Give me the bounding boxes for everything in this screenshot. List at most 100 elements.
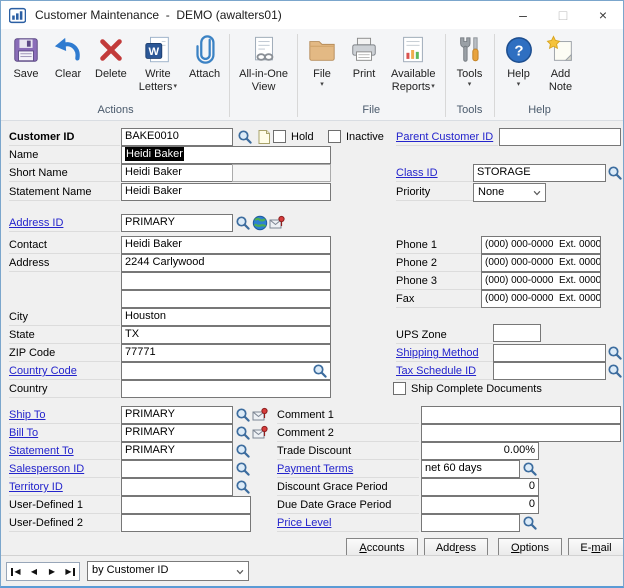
statement-name-field[interactable]: Heidi Baker <box>121 183 331 201</box>
zip-code-field[interactable]: 77771 <box>121 344 331 362</box>
inactive-checkbox[interactable] <box>328 130 341 143</box>
salesperson-id-link[interactable]: Salesperson ID <box>9 463 84 475</box>
ups-zone-field[interactable] <box>493 324 541 342</box>
customer-id-field[interactable]: BAKE0010 <box>121 128 233 146</box>
class-id-field[interactable]: STORAGE <box>473 164 606 182</box>
shipping-method-field[interactable] <box>493 344 606 362</box>
parent-customer-id-link[interactable]: Parent Customer ID <box>396 131 493 143</box>
parent-customer-id-field[interactable] <box>499 128 621 146</box>
write-letters-button[interactable]: W Write Letters▾ <box>133 31 183 93</box>
bill-to-link[interactable]: Bill To <box>9 427 38 439</box>
address-id-field[interactable]: PRIMARY <box>121 214 233 232</box>
sort-by-select[interactable]: by Customer ID <box>87 561 249 581</box>
country-field[interactable] <box>121 380 331 398</box>
phone3-field[interactable]: (000) 000-0000 Ext. 0000 <box>481 272 601 290</box>
address-line3-field[interactable] <box>121 290 331 308</box>
help-button[interactable]: ? Help ▾ <box>498 31 540 88</box>
address-line2-field[interactable] <box>121 272 331 290</box>
clear-button[interactable]: Clear <box>47 31 89 81</box>
country-code-lookup-icon[interactable] <box>312 363 328 379</box>
territory-id-link[interactable]: Territory ID <box>9 481 63 493</box>
print-button[interactable]: Print <box>343 31 385 81</box>
ship-complete-checkbox[interactable] <box>393 382 406 395</box>
city-field[interactable]: Houston <box>121 308 331 326</box>
ship-to-link[interactable]: Ship To <box>9 409 46 421</box>
territory-lookup-icon[interactable] <box>235 479 251 495</box>
ship-to-lookup-icon[interactable] <box>235 407 251 423</box>
address-id-lookup-icon[interactable] <box>235 215 251 231</box>
contact-field[interactable]: Heidi Baker <box>121 236 331 254</box>
bill-to-lookup-icon[interactable] <box>235 425 251 441</box>
file-button[interactable]: File ▾ <box>301 31 343 88</box>
price-level-lookup-icon[interactable] <box>522 515 538 531</box>
statement-to-label: Statement To <box>9 442 120 460</box>
price-level-field[interactable] <box>421 514 520 532</box>
payment-terms-field[interactable]: net 60 days <box>421 460 520 478</box>
phone1-field[interactable]: (000) 000-0000 Ext. 0000 <box>481 236 601 254</box>
fax-field[interactable]: (000) 000-0000 Ext. 0000 <box>481 290 601 308</box>
save-button[interactable]: Save <box>5 31 47 81</box>
address-map-envelope-icon[interactable] <box>269 215 285 231</box>
last-record-button[interactable]: ▶ <box>61 563 79 580</box>
discount-grace-field[interactable]: 0 <box>421 478 539 496</box>
close-button[interactable]: × <box>583 1 623 29</box>
add-note-button[interactable]: Add Note <box>540 31 582 93</box>
report-icon <box>398 35 428 65</box>
state-field[interactable]: TX <box>121 326 331 344</box>
tax-schedule-lookup-icon[interactable] <box>607 363 623 379</box>
customer-id-lookup-icon[interactable] <box>237 129 253 145</box>
selected-text: Heidi Baker <box>125 147 184 161</box>
maximize-button[interactable]: □ <box>543 1 583 29</box>
user-defined-1-field[interactable] <box>121 496 251 514</box>
trade-discount-label: Trade Discount <box>277 442 419 460</box>
previous-record-button[interactable]: ◀ <box>25 563 43 580</box>
ribbon-divider <box>445 34 446 117</box>
tools-button[interactable]: Tools ▾ <box>449 31 491 88</box>
tax-schedule-link[interactable]: Tax Schedule ID <box>396 365 476 377</box>
attach-button[interactable]: Attach <box>183 31 226 81</box>
title-bar[interactable]: Customer Maintenance - DEMO (awalters01)… <box>1 1 623 29</box>
address-line1-field[interactable]: 2244 Carlywood <box>121 254 331 272</box>
comment1-field[interactable] <box>421 406 621 424</box>
payment-terms-link[interactable]: Payment Terms <box>277 463 353 475</box>
minimize-button[interactable]: – <box>503 1 543 29</box>
statement-to-link[interactable]: Statement To <box>9 445 74 457</box>
class-id-lookup-icon[interactable] <box>607 165 623 181</box>
ribbon-group-actions: Save Clear Delete <box>5 31 226 120</box>
country-code-link[interactable]: Country Code <box>9 365 77 377</box>
country-code-field[interactable] <box>121 362 331 380</box>
tax-schedule-field[interactable] <box>493 362 606 380</box>
salesperson-lookup-icon[interactable] <box>235 461 251 477</box>
statement-to-field[interactable]: PRIMARY <box>121 442 233 460</box>
comment2-field[interactable] <box>421 424 621 442</box>
phone2-field[interactable]: (000) 000-0000 Ext. 0000 <box>481 254 601 272</box>
trade-discount-field[interactable]: 0.00% <box>421 442 539 460</box>
class-id-link[interactable]: Class ID <box>396 167 438 179</box>
territory-id-field[interactable] <box>121 478 233 496</box>
first-record-button[interactable]: ◀ <box>7 563 25 580</box>
statement-to-lookup-icon[interactable] <box>235 443 251 459</box>
hold-checkbox[interactable] <box>273 130 286 143</box>
internet-address-globe-icon[interactable] <box>252 215 268 231</box>
address-id-link[interactable]: Address ID <box>9 217 63 229</box>
bill-to-map-envelope-icon[interactable] <box>252 425 268 441</box>
salesperson-id-field[interactable] <box>121 460 233 478</box>
shipping-method-lookup-icon[interactable] <box>607 345 623 361</box>
shipping-method-link[interactable]: Shipping Method <box>396 347 479 359</box>
available-reports-button[interactable]: Available Reports▾ <box>385 31 441 93</box>
next-record-button[interactable]: ▶ <box>43 563 61 580</box>
ship-to-field[interactable]: PRIMARY <box>121 406 233 424</box>
priority-select[interactable]: None <box>473 183 546 202</box>
delete-button[interactable]: Delete <box>89 31 133 81</box>
customer-note-icon[interactable] <box>256 129 272 145</box>
short-name-field[interactable]: Heidi Baker <box>121 164 233 182</box>
ship-to-map-envelope-icon[interactable] <box>252 407 268 423</box>
all-in-one-view-button[interactable]: All-in-One View <box>233 31 294 93</box>
undo-arrow-icon <box>53 35 83 65</box>
bill-to-field[interactable]: PRIMARY <box>121 424 233 442</box>
user-defined-2-field[interactable] <box>121 514 251 532</box>
price-level-link[interactable]: Price Level <box>277 517 331 529</box>
due-date-grace-field[interactable]: 0 <box>421 496 539 514</box>
payment-terms-lookup-icon[interactable] <box>522 461 538 477</box>
name-field[interactable]: Heidi Baker <box>121 146 331 164</box>
